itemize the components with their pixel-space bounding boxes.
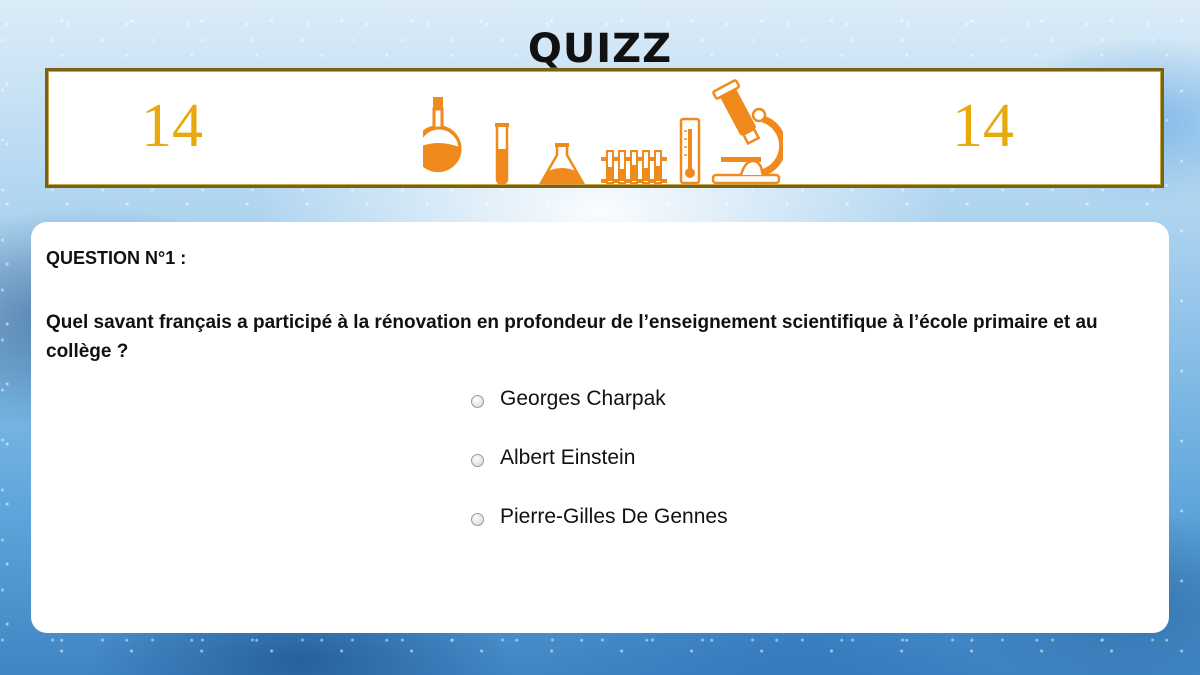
thermometer-icon — [679, 117, 701, 185]
radio-button[interactable] — [471, 453, 484, 467]
round-flask-icon — [423, 97, 462, 173]
radio-button[interactable] — [471, 512, 484, 526]
option-pierre-gilles-de-gennes[interactable]: Pierre-Gilles De Gennes — [471, 502, 728, 532]
page-title: QUIZZ — [527, 26, 673, 72]
test-tube-icon — [495, 123, 509, 186]
test-tube-rack-icon — [601, 150, 667, 184]
option-label: Georges Charpak — [500, 387, 666, 410]
question-number: QUESTION N°1 : — [46, 248, 187, 268]
option-albert-einstein[interactable]: Albert Einstein — [471, 443, 728, 473]
lab-illustration — [423, 79, 783, 186]
radio-button[interactable] — [471, 394, 484, 408]
microscope-icon — [711, 79, 783, 185]
option-label: Pierre-Gilles De Gennes — [500, 505, 728, 528]
option-label: Albert Einstein — [500, 446, 636, 469]
question-card: QUESTION N°1 : Quel savant français a pa… — [31, 222, 1169, 633]
left-counter: 14 — [141, 92, 203, 160]
option-georges-charpak[interactable]: Georges Charpak — [471, 384, 728, 414]
erlenmeyer-flask-icon — [538, 143, 586, 185]
right-counter: 14 — [952, 92, 1014, 160]
question-text: Quel savant français a participé à la ré… — [46, 312, 1098, 362]
quiz-banner: 14 14 — [45, 68, 1164, 188]
answer-options: Georges Charpak Albert Einstein Pierre-G… — [471, 384, 728, 561]
